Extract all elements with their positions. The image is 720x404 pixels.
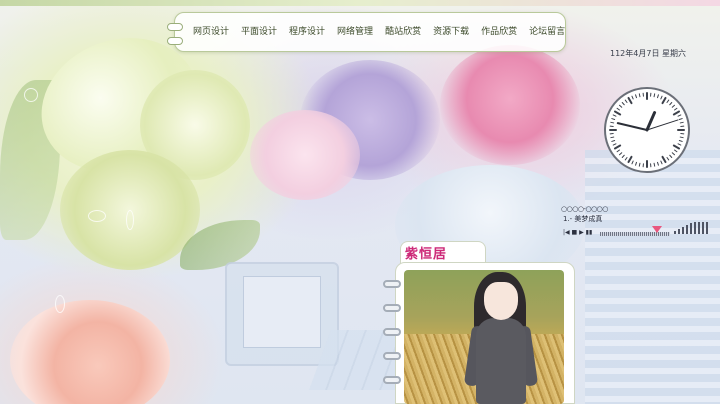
clock-tick xyxy=(638,93,641,98)
binder-ring-icon xyxy=(167,37,183,45)
clock-tick xyxy=(677,143,682,146)
nav-item-web-design[interactable]: 网页设计 xyxy=(187,12,235,52)
player-volume-icon[interactable] xyxy=(674,222,714,234)
bubble-decoration xyxy=(88,210,106,222)
main-nav: 网页设计 平面设计 程序设计 网络管理 酷站欣赏 资源下载 作品欣赏 论坛留言 xyxy=(167,12,566,52)
nav-item-network-admin[interactable]: 网络管理 xyxy=(331,12,379,52)
monitor-decoration xyxy=(225,262,339,366)
nav-item-downloads[interactable]: 资源下载 xyxy=(427,12,475,52)
clock-tick xyxy=(621,154,625,158)
nav-item-gallery[interactable]: 作品欣赏 xyxy=(475,12,523,52)
clock-tick xyxy=(631,160,634,165)
clock-tick xyxy=(661,96,667,105)
binder-ring-icon xyxy=(167,23,183,31)
clock-tick xyxy=(610,136,615,139)
clock-tick xyxy=(679,136,684,139)
nav-item-forum[interactable]: 论坛留言 xyxy=(523,12,571,52)
clock-tick xyxy=(616,107,620,111)
clock-tick xyxy=(612,114,617,117)
clock-tick xyxy=(621,102,625,106)
clock-tick xyxy=(635,161,637,166)
clock-tick xyxy=(619,104,623,108)
clock-tick xyxy=(612,143,617,146)
tulip-flower xyxy=(440,45,580,165)
clock-tick xyxy=(627,96,633,105)
clock-tick xyxy=(657,161,659,166)
clock-tick xyxy=(638,162,641,167)
clock-tick xyxy=(672,144,681,150)
nav-item-cool-sites[interactable]: 酷站欣赏 xyxy=(379,12,427,52)
album-title: 紫恒居 xyxy=(405,247,448,262)
keyboard-decoration xyxy=(585,150,720,404)
clock-tick xyxy=(619,152,623,156)
player-header: ○○○○-○○○○ xyxy=(561,205,608,213)
bubble-decoration xyxy=(55,295,65,313)
clock-tick xyxy=(677,114,682,117)
clock-tick xyxy=(671,104,675,108)
binder-ring-icon xyxy=(383,304,401,312)
clock-face-icon xyxy=(609,92,685,168)
clock-tick xyxy=(660,95,663,100)
clock-tick xyxy=(613,110,622,116)
nav-item-programming[interactable]: 程序设计 xyxy=(283,12,331,52)
clock-tick xyxy=(611,118,616,120)
clock-tick xyxy=(635,94,637,99)
clock-tick xyxy=(666,99,670,103)
clock-tick xyxy=(624,99,628,103)
binder-ring-icon xyxy=(383,328,401,336)
clock-tick xyxy=(616,149,620,153)
bubble-decoration xyxy=(24,88,38,102)
clock-tick xyxy=(660,160,663,165)
clock-tick xyxy=(653,93,656,98)
clock-tick xyxy=(671,152,675,156)
clock-tick xyxy=(653,162,656,167)
date-display: 112年4月7日 星期六 xyxy=(610,49,686,58)
binder-ring-icon xyxy=(383,280,401,288)
background-collage xyxy=(0,0,720,404)
clock-tick xyxy=(624,157,628,161)
clock-tick xyxy=(657,94,659,99)
bubble-decoration xyxy=(126,210,134,230)
clock-tick xyxy=(610,121,615,124)
clock-tick xyxy=(661,155,667,164)
clock-tick xyxy=(631,95,634,100)
binder-ring-icon xyxy=(383,376,401,384)
rose-flower xyxy=(10,300,170,404)
clock-tick xyxy=(674,107,678,111)
analog-clock xyxy=(604,87,690,173)
clock-minute-hand xyxy=(616,122,648,131)
player-controls[interactable]: |◀ ■ ▶ ▮▮ xyxy=(563,229,592,236)
binder-ring-icon xyxy=(383,352,401,360)
player-progress-knob-icon[interactable] xyxy=(652,226,663,233)
girl-face xyxy=(484,282,518,320)
clock-tick xyxy=(627,155,633,164)
top-border xyxy=(0,0,720,6)
clock-tick xyxy=(678,118,683,120)
clock-tick xyxy=(678,140,683,142)
nav-item-graphic-design[interactable]: 平面设计 xyxy=(235,12,283,52)
clock-tick xyxy=(613,144,622,150)
album-photo[interactable] xyxy=(404,270,564,404)
clock-tick xyxy=(669,154,673,158)
clock-tick xyxy=(674,149,678,153)
clock-tick xyxy=(669,102,673,106)
clock-tick xyxy=(666,157,670,161)
pink-blossom xyxy=(250,110,360,200)
clock-tick xyxy=(679,121,684,124)
player-track-title[interactable]: 1.‐ 美梦成真 xyxy=(563,214,602,224)
clock-tick xyxy=(611,140,616,142)
clock-tick xyxy=(672,110,681,116)
girl-body xyxy=(476,318,526,404)
